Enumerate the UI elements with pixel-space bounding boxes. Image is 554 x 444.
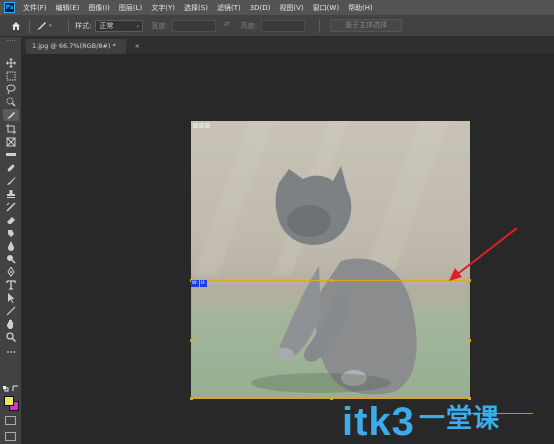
select-subject-button[interactable]: 基于主体选择: [330, 19, 403, 32]
marquee-icon[interactable]: [3, 70, 19, 82]
history-brush-icon[interactable]: [3, 201, 19, 213]
tools-panel: [0, 37, 22, 444]
height-input[interactable]: [261, 19, 306, 32]
menu-file[interactable]: 文件(F): [23, 3, 47, 13]
document-corner-controls: [193, 123, 213, 128]
panel-grip[interactable]: [7, 40, 15, 42]
chevron-down-icon: ⌄: [135, 21, 141, 29]
more-icon[interactable]: [3, 346, 19, 358]
menu-help[interactable]: 帮助(H): [348, 3, 373, 13]
rectangular-marquee-active-icon[interactable]: [3, 109, 19, 121]
selection-handle[interactable]: [468, 279, 471, 282]
stamp-icon[interactable]: [3, 188, 19, 200]
dodge-icon[interactable]: [3, 253, 19, 265]
menu-filter[interactable]: 滤镜(T): [217, 3, 241, 13]
move-icon[interactable]: [3, 57, 19, 69]
width-label: 宽度:: [151, 21, 168, 30]
style-value: 正常: [99, 21, 114, 30]
zoom-icon[interactable]: [3, 331, 19, 343]
hand-icon[interactable]: [3, 318, 19, 330]
height-label: 高度:: [240, 21, 258, 30]
width-input[interactable]: [171, 19, 216, 32]
watermark-logo: itk3 一堂课: [342, 397, 500, 444]
menu-image[interactable]: 图像(I): [88, 3, 110, 13]
healing-icon[interactable]: [3, 162, 19, 174]
selection-height-label: H:: [199, 280, 207, 287]
selection-size-readout: W: H:: [191, 280, 208, 287]
separator: [319, 18, 321, 33]
selection-handle[interactable]: [330, 397, 333, 400]
path-select-icon[interactable]: [3, 292, 19, 304]
document-tab-strip: 1.jpg @ 66.7%(RGB/8#) * ×: [22, 37, 554, 54]
style-label: 样式:: [75, 21, 92, 30]
photoshop-logo: Ps: [4, 2, 15, 13]
screen-mode-icon[interactable]: [5, 432, 16, 441]
home-icon: [12, 21, 20, 30]
selection-handle[interactable]: [190, 397, 193, 400]
close-icon[interactable]: ×: [135, 39, 140, 54]
swap-dimensions-icon[interactable]: ⇄: [224, 20, 238, 32]
brush-preset-icon: [37, 21, 46, 30]
lasso-icon[interactable]: [3, 83, 19, 95]
marquee-selection[interactable]: [190, 279, 471, 400]
swap-colors-icon[interactable]: [12, 385, 19, 392]
separator: [68, 18, 69, 33]
type-icon[interactable]: [3, 279, 19, 291]
chevron-down-icon: ▾: [49, 22, 52, 29]
menu-type[interactable]: 文字(Y): [151, 3, 175, 13]
gradient-icon[interactable]: [3, 227, 19, 239]
eraser-icon[interactable]: [3, 214, 19, 226]
crop-icon[interactable]: [3, 123, 19, 135]
menu-select[interactable]: 选择(S): [184, 3, 208, 13]
menu-bar: Ps 文件(F) 编辑(E) 图像(I) 图层(L) 文字(Y) 选择(S) 滤…: [0, 0, 554, 15]
selection-handle[interactable]: [468, 339, 471, 342]
options-bar: ▾ 样式: 正常 ⌄ 宽度: ⇄ 高度: 基于主体选择: [0, 15, 554, 37]
watermark-latin: itk3: [342, 400, 415, 444]
rectangle-icon[interactable]: [3, 305, 19, 317]
brush-icon[interactable]: [3, 175, 19, 187]
menu-view[interactable]: 视图(V): [279, 3, 303, 13]
document-tab-title: 1.jpg @ 66.7%(RGB/8#) *: [32, 42, 116, 50]
eyedropper-icon[interactable]: [3, 149, 19, 161]
menu-window[interactable]: 窗口(W): [313, 3, 339, 13]
style-select[interactable]: 正常 ⌄: [95, 19, 144, 32]
selection-handle[interactable]: [330, 279, 333, 282]
menu-layer[interactable]: 图层(L): [119, 3, 142, 13]
pen-icon[interactable]: [3, 266, 19, 278]
separator: [29, 18, 30, 33]
quick-select-icon[interactable]: [3, 96, 19, 108]
quick-mask-icon[interactable]: [5, 416, 16, 425]
menu-3d[interactable]: 3D(D): [250, 4, 271, 12]
selection-width-label: W:: [191, 280, 199, 287]
selection-handle[interactable]: [190, 339, 193, 342]
home-button[interactable]: [9, 19, 23, 33]
foreground-color-swatch[interactable]: [4, 396, 14, 406]
menu-edit[interactable]: 编辑(E): [56, 3, 80, 13]
watermark-cjk: 一堂课: [418, 404, 500, 434]
default-colors-icon[interactable]: [3, 386, 9, 392]
tool-preset-picker[interactable]: ▾: [36, 19, 62, 33]
document-tab[interactable]: 1.jpg @ 66.7%(RGB/8#) * ×: [26, 39, 140, 54]
frame-icon[interactable]: [3, 136, 19, 148]
blur-icon[interactable]: [3, 240, 19, 252]
